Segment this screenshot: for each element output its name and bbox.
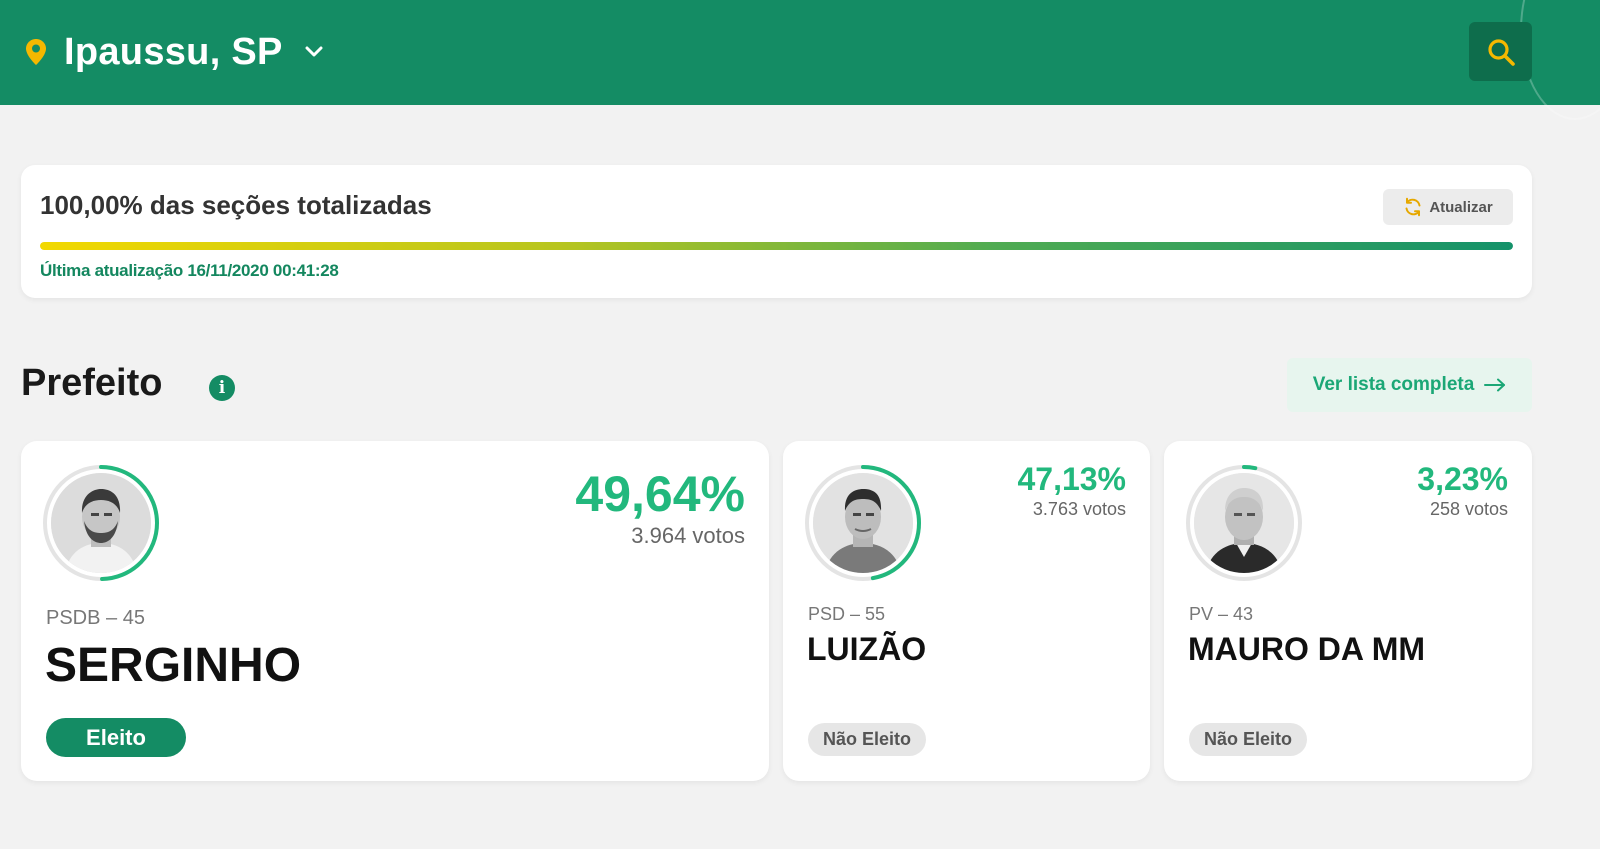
candidate-name: LUIZÃO [807, 631, 927, 667]
election-status-badge: Não Eleito [808, 723, 926, 756]
candidate-votes: 3.964 votos [631, 523, 745, 548]
candidate-percent: 3,23% [1417, 461, 1508, 497]
full-list-label: Ver lista completa [1312, 374, 1475, 395]
search-button[interactable] [1469, 22, 1532, 81]
candidate-party: PV – 43 [1189, 604, 1254, 624]
totalization-status: 100,00% das seções totalizadas [40, 190, 432, 220]
candidate-avatar [41, 463, 161, 583]
refresh-icon [1405, 197, 1421, 217]
candidate-votes: 258 votos [1429, 499, 1508, 519]
candidate-name: MAURO DA MM [1188, 631, 1425, 667]
totalization-progress-bar [40, 242, 1513, 250]
election-status-badge: Não Eleito [1189, 723, 1307, 756]
arrow-right-icon [1484, 378, 1506, 392]
candidate-votes: 3.763 votos [1032, 499, 1126, 519]
full-list-button[interactable]: Ver lista completa [1287, 358, 1532, 412]
candidate-avatar [803, 463, 923, 583]
totalization-card: 100,00% das seções totalizadas Atualizar… [21, 165, 1532, 298]
progress-fill [40, 242, 1513, 250]
candidate-party: PSDB – 45 [46, 607, 145, 629]
person-icon [51, 473, 151, 573]
map-pin-icon [26, 39, 46, 65]
candidate-photo [1194, 473, 1294, 573]
candidate-avatar [1184, 463, 1304, 583]
candidate-card[interactable]: 49,64% 3.964 votos PSDB – 45 SERGINHO El… [21, 441, 769, 781]
candidate-name: SERGINHO [45, 639, 302, 692]
refresh-label: Atualizar [1429, 198, 1493, 216]
decorative-arc [1520, 0, 1600, 120]
last-update-text: Última atualização 16/11/2020 00:41:28 [40, 261, 339, 280]
location-selector[interactable]: Ipaussu, SP [24, 26, 323, 78]
candidate-party: PSD – 55 [808, 604, 886, 624]
refresh-button[interactable]: Atualizar [1383, 189, 1513, 225]
election-status-badge: Eleito [46, 718, 186, 757]
section-title: Prefeito [21, 362, 163, 404]
top-bar: Ipaussu, SP [0, 0, 1600, 120]
candidate-photo [51, 473, 151, 573]
search-icon [1487, 38, 1515, 66]
info-icon[interactable]: i [209, 375, 235, 401]
person-icon [1194, 473, 1294, 573]
candidate-card[interactable]: 3,23% 258 votos PV – 43 MAURO DA MM Não … [1164, 441, 1532, 781]
candidate-percent: 47,13% [1017, 461, 1126, 497]
location-name: Ipaussu, SP [64, 30, 283, 73]
person-icon [813, 473, 913, 573]
candidate-card[interactable]: 47,13% 3.763 votos PSD – 55 LUIZÃO Não E… [783, 441, 1150, 781]
chevron-down-icon [305, 46, 323, 57]
candidate-percent: 49,64% [575, 466, 745, 522]
candidate-photo [813, 473, 913, 573]
